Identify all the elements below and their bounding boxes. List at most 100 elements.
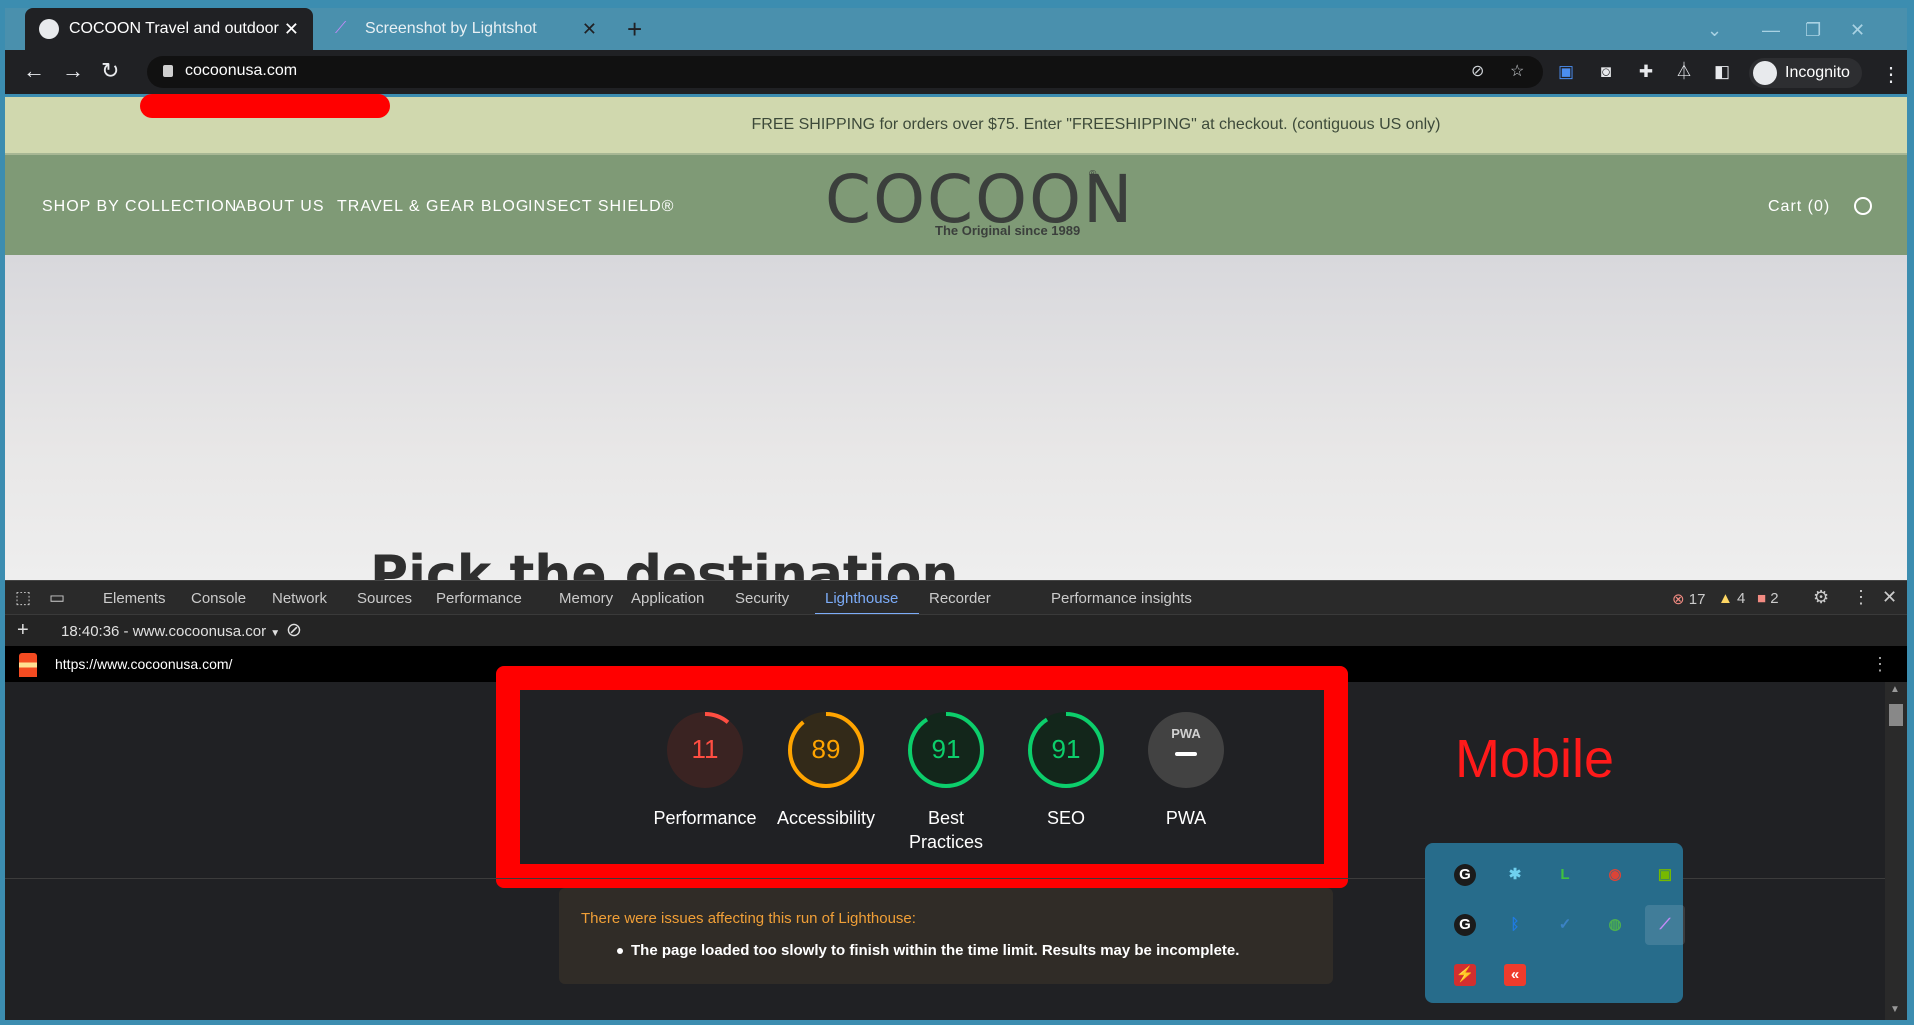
- gauge-label: Best Practices: [908, 808, 984, 852]
- app-icon[interactable]: ✱: [1504, 864, 1526, 886]
- system-tray-overflow: G ✱ L ◉ ▣ G ᛒ ✓ ◍ ⟋ ⚡ «: [1425, 843, 1685, 1003]
- issues-icon: ■: [1757, 590, 1767, 607]
- kebab-icon[interactable]: ⋮: [1881, 62, 1901, 87]
- tab-title: Screenshot by Lightshot: [365, 20, 537, 37]
- mobile-annotation: Mobile: [1455, 729, 1615, 789]
- red-app-icon[interactable]: ⚡: [1454, 964, 1476, 986]
- close-window-icon[interactable]: ✕: [1850, 20, 1865, 41]
- report-select[interactable]: 18:40:36 - www.cocoonusa.cor ▼: [61, 623, 280, 640]
- logo-tagline: The Original since 1989: [935, 223, 1081, 238]
- devtools-tab-lighthouse[interactable]: Lighthouse: [825, 590, 898, 607]
- lab-icon[interactable]: ⏃: [1675, 63, 1693, 81]
- defender-icon[interactable]: ✓: [1554, 914, 1576, 936]
- anydesk-icon[interactable]: «: [1504, 964, 1526, 986]
- window-border: [5, 1020, 1907, 1025]
- gauge-best-practices[interactable]: 91: [906, 710, 986, 790]
- camera-extension-icon[interactable]: ◙: [1597, 63, 1615, 81]
- forward-icon[interactable]: →: [62, 60, 84, 82]
- devtools-tab-recorder[interactable]: Recorder: [929, 590, 991, 607]
- devtools-tabbar: ⬚ ▭ ⊗ 17 ▲ 4 ■ 2 ⚙ ⋮ ✕ Elements Console Ne…: [5, 580, 1907, 615]
- devtools-tab-performance-insights[interactable]: Performance insights: [1051, 590, 1192, 607]
- chrome-dev-icon[interactable]: ◉: [1604, 864, 1626, 886]
- devtools-tab-console[interactable]: Console: [191, 590, 246, 607]
- nav-travel-gear-blog[interactable]: TRAVEL & GEAR BLOG: [337, 198, 529, 216]
- report-scrollbar[interactable]: ▲ ▼: [1885, 682, 1907, 1020]
- translate-extension-icon[interactable]: ▣: [1557, 63, 1575, 81]
- device-toolbar-icon[interactable]: ▭: [49, 588, 65, 608]
- errors-count[interactable]: ⊗ 17: [1672, 590, 1705, 608]
- new-tab-button[interactable]: +: [627, 16, 642, 42]
- url-text[interactable]: cocoonusa.com: [185, 62, 297, 80]
- scrollbar-thumb[interactable]: [1889, 704, 1903, 726]
- logo-registered: ®: [1089, 169, 1097, 180]
- minimize-icon[interactable]: —: [1762, 20, 1780, 41]
- tab-title: COCOON Travel and outdoor ac: [69, 20, 284, 37]
- warning-icon: ▲: [1718, 590, 1733, 607]
- incognito-label: Incognito: [1785, 64, 1850, 81]
- restore-icon[interactable]: ❐: [1805, 20, 1821, 41]
- error-icon: ⊗: [1672, 591, 1685, 608]
- new-report-icon[interactable]: +: [17, 619, 29, 642]
- pwa-badge-icon: PWA: [1171, 726, 1201, 741]
- bluetooth-icon[interactable]: ᛒ: [1504, 914, 1526, 936]
- eye-off-icon[interactable]: ⊘: [1471, 64, 1489, 80]
- devtools-menu-icon[interactable]: ⋮: [1852, 587, 1870, 608]
- browser-window: COCOON Travel and outdoor ac ✕ ⟋ Screens…: [0, 0, 1914, 1025]
- grammarly-icon[interactable]: G: [1454, 864, 1476, 886]
- network-globe-icon[interactable]: ◍: [1604, 914, 1626, 936]
- redaction-mark: [140, 94, 390, 118]
- devtools-tab-application[interactable]: Application: [631, 590, 704, 607]
- close-tab-icon[interactable]: ✕: [284, 19, 299, 40]
- gauge-performance[interactable]: 11: [665, 710, 745, 790]
- scroll-down-icon[interactable]: ▼: [1890, 1004, 1900, 1015]
- star-icon[interactable]: ☆: [1510, 64, 1528, 80]
- line-icon[interactable]: L: [1554, 864, 1576, 886]
- tab-lightshot[interactable]: ⟋ Screenshot by Lightshot ✕: [321, 8, 611, 50]
- warnings-count[interactable]: ▲ 4: [1718, 590, 1745, 607]
- lock-icon[interactable]: [163, 65, 173, 77]
- gauge-label: SEO: [1046, 808, 1085, 828]
- gauge-pwa[interactable]: PWA: [1146, 710, 1226, 790]
- reload-icon[interactable]: ↻: [101, 60, 119, 82]
- search-icon[interactable]: [1854, 197, 1872, 215]
- devtools-tab-performance[interactable]: Performance: [436, 590, 522, 607]
- issues-count[interactable]: ■ 2: [1757, 590, 1779, 607]
- back-icon[interactable]: ←: [23, 60, 45, 82]
- grammarly-alt-icon[interactable]: G: [1454, 914, 1476, 936]
- nav-shop-by-collection[interactable]: SHOP BY COLLECTION: [42, 198, 237, 216]
- incognito-badge[interactable]: Incognito: [1749, 58, 1862, 88]
- dropdown-icon: ▼: [270, 628, 281, 639]
- score-value: 89: [811, 734, 841, 764]
- tab-cocoon[interactable]: COCOON Travel and outdoor ac ✕: [25, 8, 313, 50]
- close-tab-icon[interactable]: ✕: [582, 19, 597, 40]
- devtools-tab-sources[interactable]: Sources: [357, 590, 412, 607]
- report-url[interactable]: https://www.cocoonusa.com/: [55, 656, 232, 672]
- gauge-seo[interactable]: 91: [1026, 710, 1106, 790]
- hero-banner: Pick the destination: [5, 255, 1907, 580]
- clear-icon[interactable]: ⊘: [286, 619, 302, 642]
- devtools-tab-elements[interactable]: Elements: [103, 590, 166, 607]
- devtools-tab-network[interactable]: Network: [272, 590, 327, 607]
- address-bar[interactable]: cocoonusa.com ⊘ ☆: [147, 56, 1543, 88]
- extensions-icon[interactable]: ✚: [1637, 63, 1655, 81]
- devtools-tab-memory[interactable]: Memory: [559, 590, 613, 607]
- sidebar-icon[interactable]: ◧: [1713, 63, 1731, 81]
- report-menu-icon[interactable]: ⋮: [1871, 654, 1889, 675]
- scroll-up-icon[interactable]: ▲: [1890, 684, 1900, 695]
- devtools-tab-security[interactable]: Security: [735, 590, 789, 607]
- inspect-element-icon[interactable]: ⬚: [15, 588, 31, 608]
- settings-icon[interactable]: ⚙: [1813, 587, 1829, 608]
- tab-search-icon[interactable]: ⌄: [1707, 20, 1722, 41]
- lighthouse-toolbar: + 18:40:36 - www.cocoonusa.cor ▼ ⊘: [5, 614, 1907, 646]
- close-devtools-icon[interactable]: ✕: [1882, 587, 1897, 608]
- nvidia-icon[interactable]: ▣: [1654, 864, 1676, 886]
- site-header: SHOP BY COLLECTION ABOUT US TRAVEL & GEA…: [5, 155, 1907, 255]
- cocoon-favicon-icon: [39, 19, 59, 39]
- cart-link[interactable]: Cart (0): [1768, 198, 1830, 216]
- gauge-accessibility[interactable]: 89: [786, 710, 866, 790]
- hero-title: Pick the destination: [370, 545, 959, 580]
- nav-insect-shield[interactable]: INSECT SHIELD®: [528, 198, 674, 216]
- nav-about-us[interactable]: ABOUT US: [235, 198, 325, 216]
- score-value: 91: [931, 734, 961, 764]
- lightshot-icon[interactable]: ⟋: [1645, 905, 1685, 945]
